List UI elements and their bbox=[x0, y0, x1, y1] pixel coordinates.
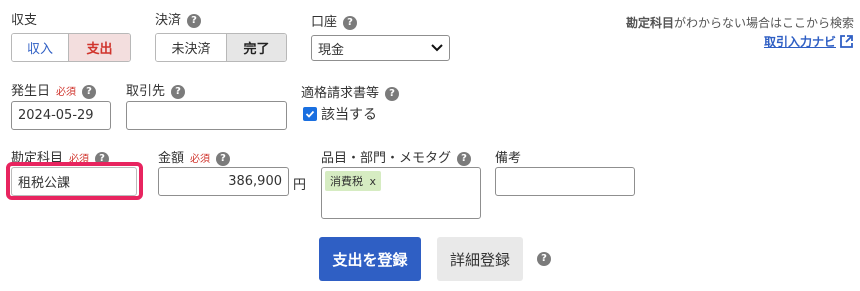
account-label-wrap: 口座? bbox=[311, 15, 358, 31]
invoice-help-icon[interactable]: ? bbox=[385, 86, 400, 101]
account-select-value: 現金 bbox=[318, 42, 345, 58]
checkmark-icon bbox=[305, 110, 315, 118]
register-help-icon[interactable]: ? bbox=[537, 252, 551, 266]
amount-required: 必須 bbox=[190, 154, 211, 165]
transaction-navi-link-text: 取引入力ナビ bbox=[763, 35, 836, 49]
unsettled-option[interactable]: 未決済 bbox=[156, 34, 227, 61]
invoice-checkbox-row[interactable]: 該当する bbox=[303, 104, 377, 124]
notes-input[interactable] bbox=[495, 167, 635, 196]
invoice-checkbox[interactable] bbox=[303, 107, 317, 121]
amount-unit: 円 bbox=[293, 178, 307, 193]
partner-help-icon[interactable]: ? bbox=[171, 84, 186, 99]
tags-help-icon[interactable]: ? bbox=[457, 151, 472, 166]
invoice-label: 適格請求書等 bbox=[301, 86, 380, 101]
invoice-label-wrap: 適格請求書等? bbox=[301, 86, 400, 102]
tag-chip-label: 消費税 bbox=[330, 175, 363, 188]
partner-label-wrap: 取引先? bbox=[126, 84, 186, 100]
transaction-navi-link[interactable]: 取引入力ナビ bbox=[764, 33, 854, 50]
amount-help-icon[interactable]: ? bbox=[216, 151, 231, 166]
income-option[interactable]: 収入 bbox=[12, 34, 70, 61]
settlement-label-wrap: 決済? bbox=[155, 13, 202, 29]
detail-register-button[interactable]: 詳細登録 bbox=[437, 237, 523, 281]
amount-input[interactable]: 386,900 bbox=[158, 167, 289, 196]
tags-input[interactable]: 消費税 x bbox=[321, 167, 481, 219]
tags-label: 品目・部門・メモタグ bbox=[321, 151, 452, 166]
help-text-rest: がわからない場合はここから検索 bbox=[673, 16, 854, 30]
account-label: 口座 bbox=[311, 15, 338, 30]
notes-label: 備考 bbox=[495, 151, 522, 166]
income-expense-label: 収支 bbox=[11, 13, 38, 28]
income-expense-toggle: 収入 支出 bbox=[11, 33, 131, 62]
external-link-icon bbox=[840, 35, 853, 48]
issue-date-label-wrap: 発生日 必須? bbox=[11, 84, 97, 101]
partner-input[interactable] bbox=[126, 101, 287, 130]
settled-option[interactable]: 完了 bbox=[226, 34, 286, 61]
tag-chip: 消費税 x bbox=[325, 171, 382, 191]
account-item-help-text: 勘定科目がわからない場合はここから検索 bbox=[626, 14, 854, 31]
chevron-down-icon bbox=[431, 44, 443, 52]
settlement-label: 決済 bbox=[155, 13, 182, 28]
settlement-toggle: 未決済 完了 bbox=[155, 33, 287, 62]
help-text-bold: 勘定科目 bbox=[625, 16, 674, 30]
amount-label: 金額 bbox=[158, 151, 185, 166]
issue-date-help-icon[interactable]: ? bbox=[82, 84, 97, 99]
invoice-checkbox-label: 該当する bbox=[321, 107, 377, 123]
account-help-icon[interactable]: ? bbox=[343, 15, 358, 30]
amount-label-wrap: 金額 必須? bbox=[158, 151, 231, 168]
register-expense-button[interactable]: 支出を登録 bbox=[319, 237, 421, 281]
account-item-input[interactable]: 租税公課 bbox=[11, 167, 137, 196]
expense-option[interactable]: 支出 bbox=[69, 34, 130, 61]
tag-remove-icon[interactable]: x bbox=[370, 175, 377, 188]
settlement-help-icon[interactable]: ? bbox=[187, 13, 202, 28]
issue-date-label: 発生日 bbox=[11, 84, 51, 99]
account-select[interactable]: 現金 bbox=[311, 35, 450, 61]
issue-date-input[interactable]: 2024-05-29 bbox=[11, 101, 111, 130]
partner-label: 取引先 bbox=[126, 84, 166, 99]
issue-date-required: 必須 bbox=[56, 87, 77, 98]
tags-label-wrap: 品目・部門・メモタグ? bbox=[321, 151, 472, 167]
